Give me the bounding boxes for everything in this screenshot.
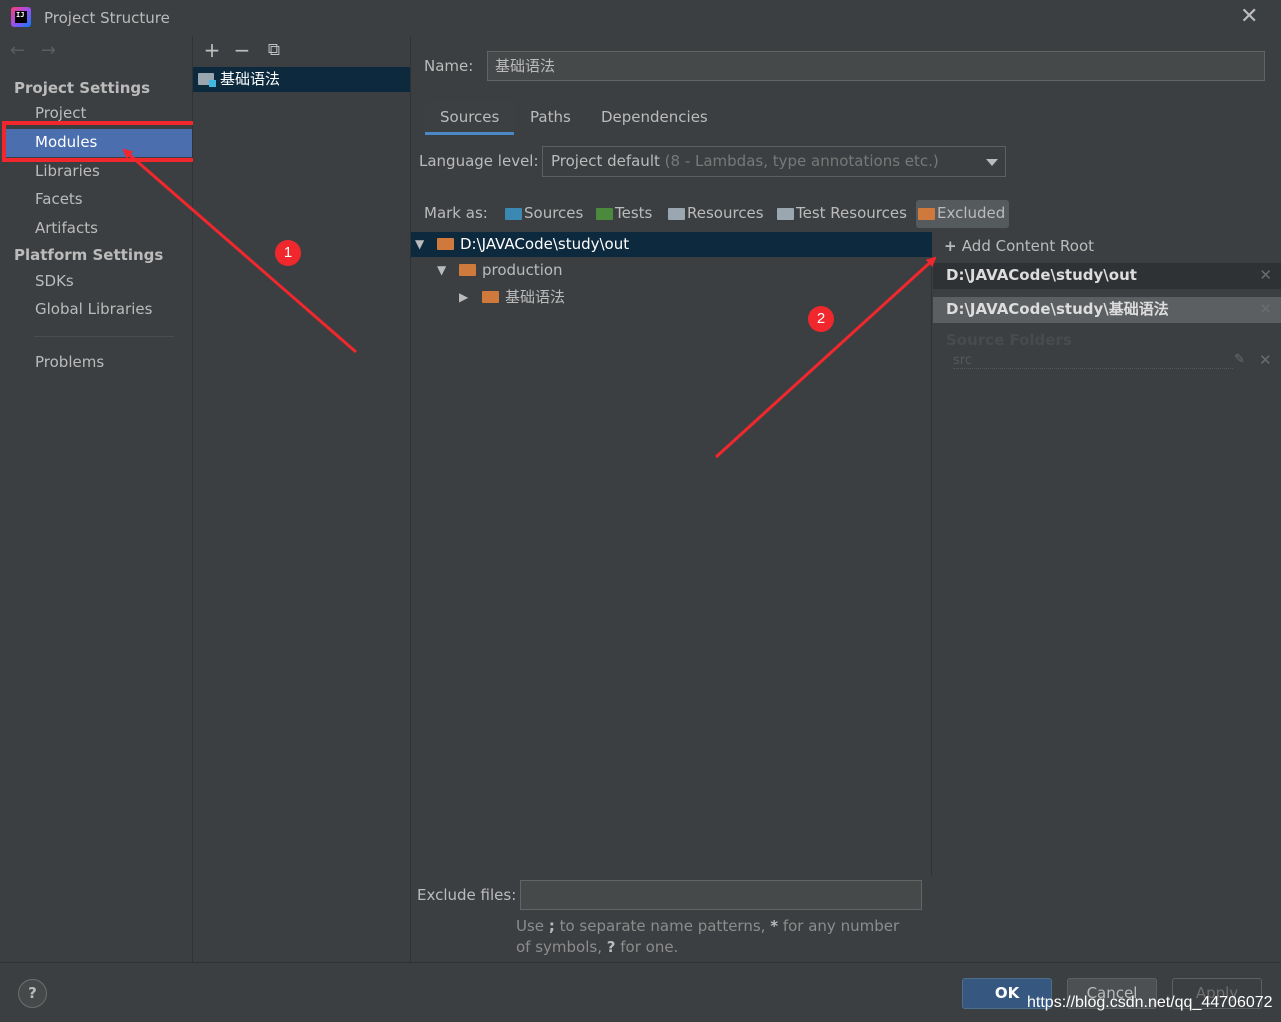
mark-sources-label: Sources xyxy=(524,204,584,222)
mark-sources-button[interactable]: Sources xyxy=(503,200,587,228)
remove-root-icon[interactable]: ✕ xyxy=(1259,297,1272,322)
dialog-footer: ? OK Cancel Apply https://blog.csdn.net/… xyxy=(0,962,1281,1022)
project-settings-header: Project Settings xyxy=(14,79,151,97)
mark-tests-button[interactable]: Tests xyxy=(594,200,656,228)
excluded-folder-icon xyxy=(482,291,499,303)
annotation-badge-2: 2 xyxy=(808,306,834,332)
intellij-logo-icon: IJ xyxy=(11,7,31,27)
exclude-files-hint: Use ; to separate name patterns, * for a… xyxy=(516,917,900,956)
content-tree: ▼ D:\JAVACode\study\out ▼ production ▶ 基… xyxy=(411,232,932,876)
plus-icon: + xyxy=(944,237,962,255)
forward-arrow-icon[interactable]: → xyxy=(41,40,56,61)
resources-folder-icon xyxy=(668,208,685,220)
exclude-files-input[interactable] xyxy=(520,880,922,910)
help-button[interactable]: ? xyxy=(18,979,47,1008)
mark-test-resources-button[interactable]: Test Resources xyxy=(775,200,911,228)
tree-item-label: D:\JAVACode\study\out xyxy=(460,235,630,253)
module-name: 基础语法 xyxy=(220,70,281,88)
history-nav: ← → xyxy=(10,40,66,61)
add-icon[interactable]: + xyxy=(201,38,223,62)
remove-root-icon[interactable]: ✕ xyxy=(1259,263,1272,288)
remove-icon[interactable]: − xyxy=(231,38,253,62)
tab-dependencies[interactable]: Dependencies xyxy=(586,102,723,135)
expanded-arrow-icon[interactable]: ▼ xyxy=(437,258,446,282)
sources-folder-icon xyxy=(505,208,522,220)
mark-test-resources-label: Test Resources xyxy=(796,204,907,222)
tree-item-label: 基础语法 xyxy=(505,288,566,306)
excluded-folder-icon xyxy=(918,208,935,220)
mark-resources-label: Resources xyxy=(687,204,764,222)
title-bar: IJ Project Structure ✕ xyxy=(0,0,1281,36)
window-title: Project Structure xyxy=(44,9,170,27)
add-content-root-button[interactable]: + Add Content Root xyxy=(944,237,1094,255)
tree-item-label: production xyxy=(482,261,563,279)
language-level-value: Project default xyxy=(551,152,660,170)
content-root-path: D:\JAVACode\study\基础语法 xyxy=(946,300,1169,318)
sidebar-item-libraries[interactable]: Libraries xyxy=(4,158,192,186)
source-folder-item[interactable]: src xyxy=(953,353,1233,369)
language-level-detail: (8 - Lambdas, type annotations etc.) xyxy=(664,152,939,170)
annotation-badge-1: 1 xyxy=(275,240,301,266)
tree-row[interactable]: ▼ production xyxy=(411,258,932,283)
sidebar-divider xyxy=(34,336,174,337)
content-roots-panel: + Add Content Root D:\JAVACode\study\out… xyxy=(933,232,1281,962)
tree-row[interactable]: ▶ 基础语法 xyxy=(411,285,932,310)
content-root-header[interactable]: D:\JAVACode\study\out ✕ xyxy=(933,263,1281,289)
platform-settings-header: Platform Settings xyxy=(14,246,164,264)
sidebar-item-project[interactable]: Project xyxy=(4,100,192,128)
content-root-path: D:\JAVACode\study\out xyxy=(946,266,1137,284)
name-label: Name: xyxy=(424,57,474,75)
remove-source-icon[interactable]: ✕ xyxy=(1259,351,1272,369)
mark-tests-label: Tests xyxy=(615,204,653,222)
tests-folder-icon xyxy=(596,208,613,220)
close-icon[interactable]: ✕ xyxy=(1240,4,1258,29)
watermark-text: https://blog.csdn.net/qq_44706072 xyxy=(1027,994,1273,1011)
expanded-arrow-icon[interactable]: ▼ xyxy=(415,232,424,256)
module-name-input[interactable]: 基础语法 xyxy=(487,51,1265,81)
copy-icon[interactable]: ⧉ xyxy=(263,38,285,62)
sidebar-item-facets[interactable]: Facets xyxy=(4,186,192,214)
tab-sources[interactable]: Sources xyxy=(425,102,515,135)
pencil-icon[interactable]: ✎ xyxy=(1234,352,1245,367)
mark-as-label: Mark as: xyxy=(424,204,488,222)
source-folders-header: Source Folders xyxy=(946,331,1072,349)
exclude-files-label: Exclude files: xyxy=(417,886,517,904)
tab-paths[interactable]: Paths xyxy=(515,102,586,135)
tree-row[interactable]: ▼ D:\JAVACode\study\out xyxy=(411,232,932,257)
content-root-header[interactable]: D:\JAVACode\study\基础语法 ✕ xyxy=(933,297,1281,323)
sidebar-item-global-libraries[interactable]: Global Libraries xyxy=(4,296,192,324)
sidebar-item-artifacts[interactable]: Artifacts xyxy=(4,215,192,243)
sidebar-item-problems[interactable]: Problems xyxy=(4,349,192,377)
module-settings-panel: Name: 基础语法 Sources Paths Dependencies La… xyxy=(411,36,1281,962)
chevron-down-icon xyxy=(986,159,998,166)
mark-excluded-button[interactable]: Excluded xyxy=(916,200,1010,228)
language-level-select[interactable]: Project default (8 - Lambdas, type annot… xyxy=(542,146,1006,177)
settings-sidebar: ← → Project Settings Project Modules Lib… xyxy=(0,36,193,962)
collapsed-arrow-icon[interactable]: ▶ xyxy=(459,285,468,309)
module-list-panel: + − ⧉ 基础语法 xyxy=(193,36,411,962)
sidebar-item-modules[interactable]: Modules xyxy=(4,129,192,157)
mark-resources-button[interactable]: Resources xyxy=(666,200,768,228)
test-resources-folder-icon xyxy=(777,208,794,220)
excluded-folder-icon xyxy=(459,264,476,276)
sidebar-item-sdks[interactable]: SDKs xyxy=(4,268,192,296)
language-level-label: Language level: xyxy=(419,152,539,170)
module-folder-icon xyxy=(198,73,216,87)
module-list-item[interactable]: 基础语法 xyxy=(193,67,410,92)
add-content-root-label: Add Content Root xyxy=(961,237,1095,255)
excluded-folder-icon xyxy=(437,238,454,250)
back-arrow-icon[interactable]: ← xyxy=(10,40,25,61)
mark-excluded-label: Excluded xyxy=(937,204,1006,222)
